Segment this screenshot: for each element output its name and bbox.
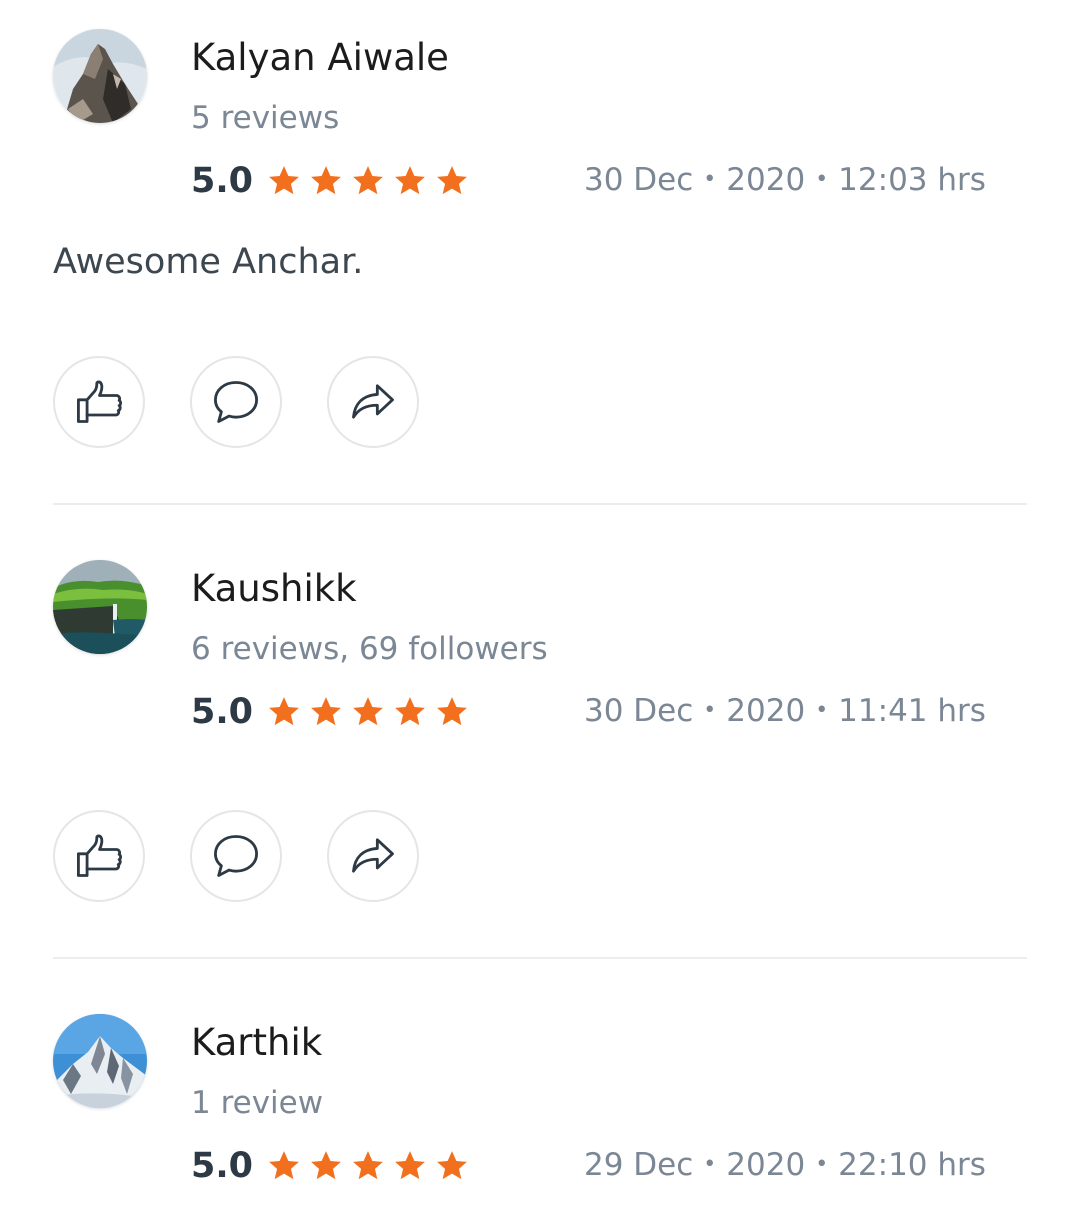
reviewer-name[interactable]: Karthik <box>191 1024 322 1061</box>
reviewer-name[interactable]: Kalyan Aiwale <box>191 39 449 76</box>
star-rating <box>267 695 477 729</box>
star-icon <box>269 166 299 195</box>
separator-dot: • <box>815 1152 829 1177</box>
star-icon <box>353 166 383 195</box>
review-date: 29 Dec • 2020 • 22:10 hrs <box>584 1150 986 1181</box>
star-icon <box>311 1151 341 1180</box>
star-icon <box>353 697 383 726</box>
date-day: 30 Dec <box>584 162 694 198</box>
review-date: 30 Dec • 2020 • 11:41 hrs <box>584 696 986 727</box>
star-icon <box>269 1151 299 1180</box>
star-rating <box>267 1149 477 1183</box>
green-cliff-avatar-icon <box>53 560 147 654</box>
like-button[interactable] <box>53 810 145 902</box>
star-icon <box>395 166 425 195</box>
snow-mountain-avatar-icon <box>53 1014 147 1108</box>
star-icon <box>311 166 341 195</box>
rating-value: 5.0 <box>191 160 254 201</box>
date-time: 11:41 hrs <box>838 693 986 729</box>
separator-dot: • <box>703 698 717 723</box>
star-icon <box>269 697 299 726</box>
star-icon <box>395 697 425 726</box>
reviewer-name[interactable]: Kaushikk <box>191 570 357 607</box>
review-actions <box>53 810 464 902</box>
share-icon <box>352 838 394 873</box>
review-text: Awesome Anchar. <box>53 242 364 282</box>
comment-icon <box>214 381 258 423</box>
date-year: 2020 <box>726 1147 806 1183</box>
rating-row: 5.0 <box>191 161 477 201</box>
divider <box>53 957 1027 959</box>
star-icon <box>437 1151 467 1180</box>
star-icon <box>437 166 467 195</box>
star-icon <box>395 1151 425 1180</box>
reviewer-meta: 6 reviews, 69 followers <box>191 631 548 667</box>
reviewer-meta: 1 review <box>191 1085 324 1121</box>
avatar[interactable] <box>53 29 147 123</box>
thumbs-up-icon <box>77 380 123 423</box>
review-date: 30 Dec • 2020 • 12:03 hrs <box>584 165 986 196</box>
date-day: 30 Dec <box>584 693 694 729</box>
share-icon <box>352 384 394 419</box>
comment-icon <box>214 835 258 877</box>
star-icon <box>353 1151 383 1180</box>
share-button[interactable] <box>327 810 419 902</box>
avatar[interactable] <box>53 560 147 654</box>
thumbs-up-icon <box>77 834 123 877</box>
date-year: 2020 <box>726 162 806 198</box>
avatar[interactable] <box>53 1014 147 1108</box>
rocky-peak-avatar-icon <box>53 29 147 123</box>
reviewer-meta: 5 reviews <box>191 100 340 136</box>
rating-row: 5.0 <box>191 692 477 732</box>
star-icon <box>437 697 467 726</box>
date-year: 2020 <box>726 693 806 729</box>
separator-dot: • <box>815 167 829 192</box>
share-button[interactable] <box>327 356 419 448</box>
like-button[interactable] <box>53 356 145 448</box>
review-actions <box>53 356 464 448</box>
date-time: 12:03 hrs <box>838 162 986 198</box>
comment-button[interactable] <box>190 356 282 448</box>
separator-dot: • <box>815 698 829 723</box>
star-rating <box>267 164 477 198</box>
separator-dot: • <box>703 1152 717 1177</box>
rating-value: 5.0 <box>191 691 254 732</box>
date-day: 29 Dec <box>584 1147 694 1183</box>
rating-value: 5.0 <box>191 1145 254 1186</box>
rating-row: 5.0 <box>191 1146 477 1186</box>
date-time: 22:10 hrs <box>838 1147 986 1183</box>
star-icon <box>311 697 341 726</box>
separator-dot: • <box>703 167 717 192</box>
comment-button[interactable] <box>190 810 282 902</box>
divider <box>53 503 1027 505</box>
